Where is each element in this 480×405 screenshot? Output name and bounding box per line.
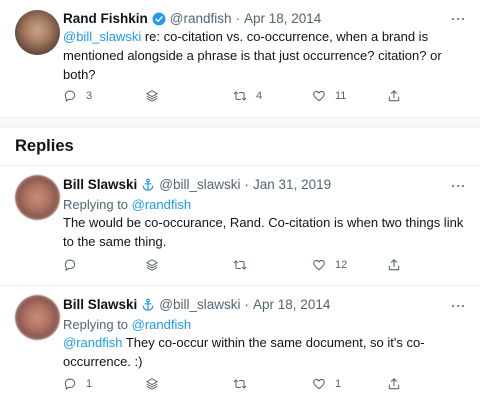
tweet-actions: 12 bbox=[63, 258, 463, 274]
stack-icon bbox=[146, 259, 158, 271]
more-icon[interactable] bbox=[452, 303, 466, 309]
retweet-count: 4 bbox=[256, 90, 263, 102]
like-icon bbox=[313, 378, 325, 390]
replies-heading: Replies bbox=[15, 137, 74, 155]
share-button[interactable] bbox=[387, 377, 401, 391]
reply-tweet[interactable]: Bill Slawski @bill_slawski · Jan 31, 201… bbox=[0, 166, 480, 285]
reply-count: 3 bbox=[86, 90, 93, 102]
more-icon[interactable] bbox=[452, 16, 466, 22]
reply-icon bbox=[64, 259, 76, 271]
avatar[interactable] bbox=[15, 175, 60, 220]
stack-button[interactable] bbox=[145, 377, 159, 391]
like-count: 1 bbox=[335, 378, 342, 390]
reply-icon bbox=[64, 90, 76, 102]
divider bbox=[0, 127, 480, 128]
author-handle[interactable]: @bill_slawski bbox=[159, 177, 240, 192]
replying-to: Replying to @randfish bbox=[63, 197, 191, 212]
share-icon bbox=[388, 259, 400, 271]
stack-icon bbox=[146, 378, 158, 390]
retweet-icon bbox=[233, 260, 247, 270]
replying-to-handle[interactable]: @randfish bbox=[132, 317, 191, 332]
author-name[interactable]: Rand Fishkin bbox=[63, 11, 148, 26]
separator-dot: · bbox=[244, 177, 250, 192]
section-gap bbox=[0, 118, 480, 127]
like-count: 11 bbox=[335, 90, 347, 102]
retweet-button[interactable] bbox=[233, 258, 247, 272]
tweet-date[interactable]: Apr 18, 2014 bbox=[244, 11, 321, 26]
replying-to-prefix: Replying to bbox=[63, 317, 132, 332]
tweet-header: Bill Slawski @bill_slawski · Apr 18, 201… bbox=[63, 297, 330, 312]
avatar[interactable] bbox=[15, 10, 60, 55]
tweet-date[interactable]: Apr 18, 2014 bbox=[253, 297, 330, 312]
retweet-button[interactable] bbox=[233, 377, 247, 391]
tweet-text: @bill_slawski re: co-citation vs. co-occ… bbox=[63, 27, 468, 84]
author-handle[interactable]: @bill_slawski bbox=[159, 297, 240, 312]
reply-icon bbox=[64, 378, 76, 390]
replying-to-handle[interactable]: @randfish bbox=[132, 197, 191, 212]
retweet-icon bbox=[233, 91, 247, 101]
reply-tweet[interactable]: Bill Slawski @bill_slawski · Apr 18, 201… bbox=[0, 286, 480, 405]
share-icon bbox=[388, 90, 400, 102]
author-handle[interactable]: @randfish bbox=[170, 11, 232, 26]
replying-to: Replying to @randfish bbox=[63, 317, 191, 332]
stack-icon bbox=[146, 90, 158, 102]
share-icon bbox=[388, 378, 400, 390]
more-icon[interactable] bbox=[452, 183, 466, 189]
mention-link[interactable]: @randfish bbox=[63, 335, 122, 350]
anchor-icon bbox=[143, 178, 154, 191]
retweet-icon bbox=[233, 379, 247, 389]
tweet-header: Bill Slawski @bill_slawski · Jan 31, 201… bbox=[63, 177, 331, 192]
mention-link[interactable]: @bill_slawski bbox=[63, 29, 141, 44]
like-count: 12 bbox=[335, 259, 348, 271]
reply-button[interactable]: 1 bbox=[63, 377, 92, 391]
separator-dot: · bbox=[235, 11, 241, 26]
tweet-actions: 3 4 11 bbox=[63, 89, 463, 105]
tweet-text: @randfish They co-occur within the same … bbox=[63, 333, 468, 371]
anchor-icon bbox=[143, 298, 154, 311]
reply-button[interactable]: 3 bbox=[63, 89, 92, 103]
author-name[interactable]: Bill Slawski bbox=[63, 177, 137, 192]
separator-dot: · bbox=[244, 297, 250, 312]
like-icon bbox=[313, 259, 325, 271]
tweet-text: The would be co-occurance, Rand. Co-cita… bbox=[63, 215, 464, 249]
like-icon bbox=[313, 90, 325, 102]
verified-badge-icon bbox=[152, 12, 166, 25]
stack-button[interactable] bbox=[145, 258, 159, 272]
retweet-button[interactable]: 4 bbox=[233, 89, 262, 103]
like-button[interactable]: 12 bbox=[312, 258, 347, 272]
avatar[interactable] bbox=[15, 295, 60, 340]
tweet-actions: 1 1 bbox=[63, 377, 463, 393]
main-tweet[interactable]: Rand Fishkin @randfish · Apr 18, 2014 @b… bbox=[0, 0, 480, 118]
replying-to-prefix: Replying to bbox=[63, 197, 132, 212]
tweet-header: Rand Fishkin @randfish · Apr 18, 2014 bbox=[63, 11, 321, 26]
reply-button[interactable] bbox=[63, 258, 77, 272]
author-name[interactable]: Bill Slawski bbox=[63, 297, 137, 312]
like-button[interactable]: 1 bbox=[312, 377, 341, 391]
reply-count: 1 bbox=[86, 378, 93, 390]
share-button[interactable] bbox=[387, 89, 401, 103]
like-button[interactable]: 11 bbox=[312, 89, 346, 103]
stack-button[interactable] bbox=[145, 89, 159, 103]
share-button[interactable] bbox=[387, 258, 401, 272]
tweet-date[interactable]: Jan 31, 2019 bbox=[253, 177, 331, 192]
